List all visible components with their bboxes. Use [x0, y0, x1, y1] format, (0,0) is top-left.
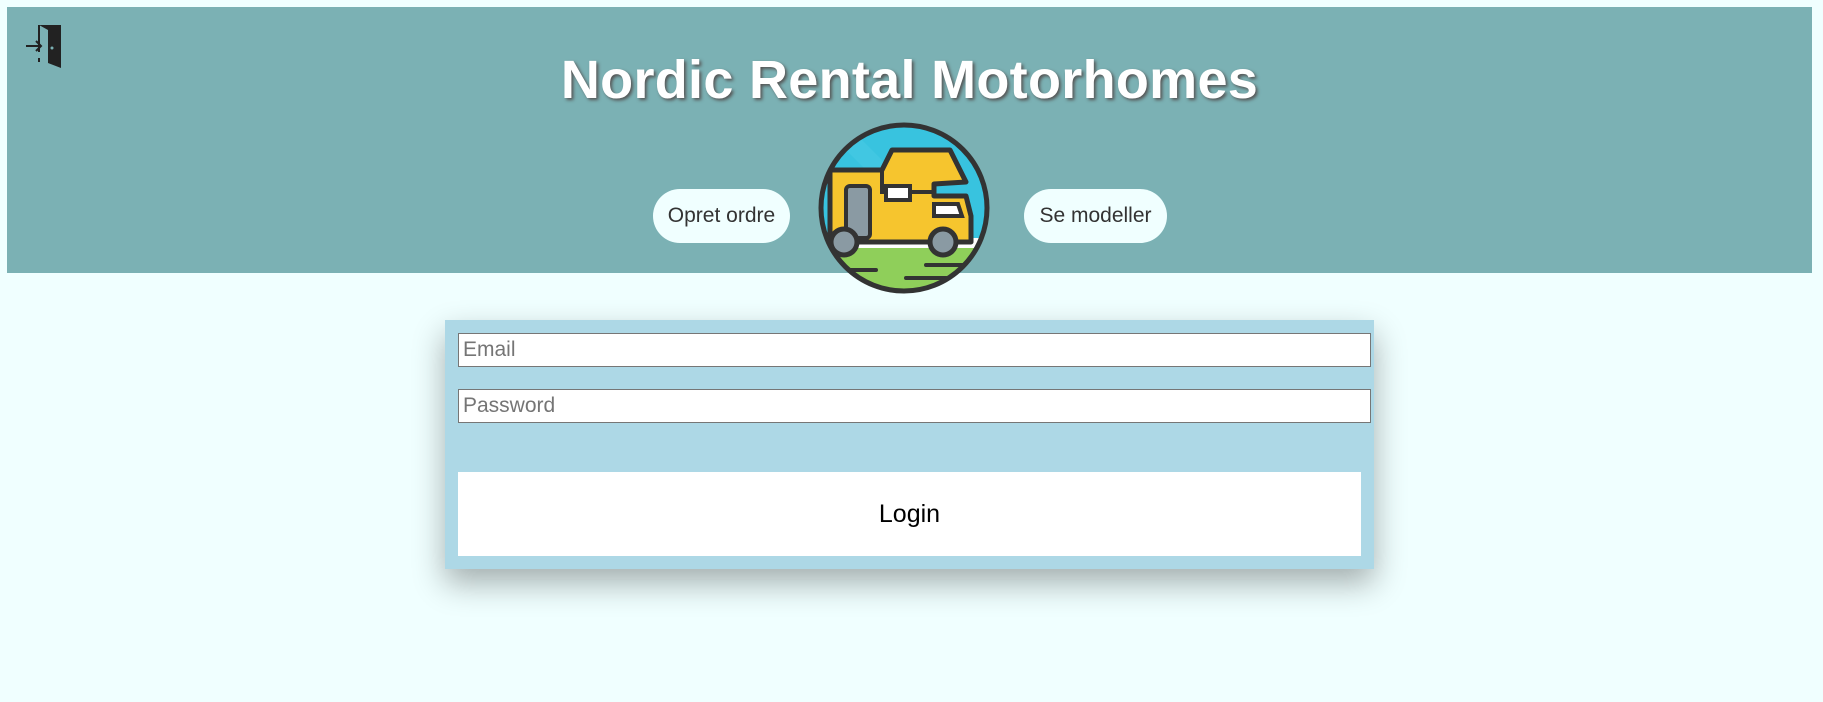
login-form: Login [445, 320, 1374, 569]
login-button[interactable]: Login [458, 472, 1361, 556]
motorhome-logo [818, 122, 990, 294]
see-models-button[interactable]: Se modeller [1024, 189, 1167, 243]
password-field[interactable] [458, 389, 1371, 423]
page-title: Nordic Rental Motorhomes [560, 50, 1259, 110]
create-order-button[interactable]: Opret ordre [653, 189, 790, 243]
email-field[interactable] [458, 333, 1371, 367]
